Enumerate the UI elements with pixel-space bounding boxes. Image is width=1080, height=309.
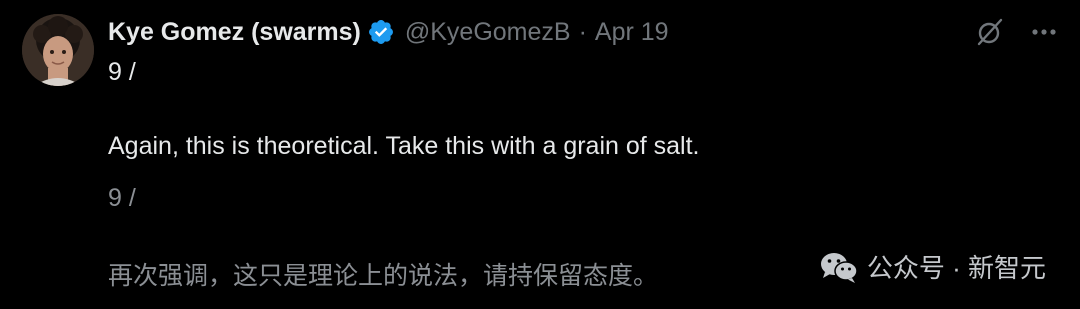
watermark: 公众号 · 新智元 (819, 248, 1046, 285)
avatar[interactable] (22, 14, 94, 86)
translation-text-line: 再次强调，这只是理论上的说法，请持保留态度。 (108, 262, 659, 290)
more-options-icon[interactable] (1028, 16, 1060, 48)
verified-badge-icon (367, 18, 395, 46)
grok-icon[interactable] (974, 16, 1006, 48)
translation-text-line: 9 / (108, 184, 136, 212)
tweet-header: Kye Gomez (swarms) @KyeGomezB · Apr 19 (108, 16, 669, 48)
header-separator: · (578, 17, 587, 46)
tweet-date[interactable]: Apr 19 (595, 18, 669, 47)
author-display-name[interactable]: Kye Gomez (swarms) (108, 18, 361, 47)
avatar-image (22, 14, 94, 86)
tweet-actions (974, 16, 1060, 48)
tweet-text-line: Again, this is theoretical. Take this wi… (108, 132, 700, 160)
watermark-label: 公众号 · 新智元 (866, 253, 1046, 283)
tweet[interactable]: Kye Gomez (swarms) @KyeGomezB · Apr 19 9 (0, 0, 1080, 309)
wechat-icon (819, 250, 859, 284)
author-handle[interactable]: @KyeGomezB (405, 18, 571, 47)
tweet-text-line: 9 / (108, 58, 136, 86)
